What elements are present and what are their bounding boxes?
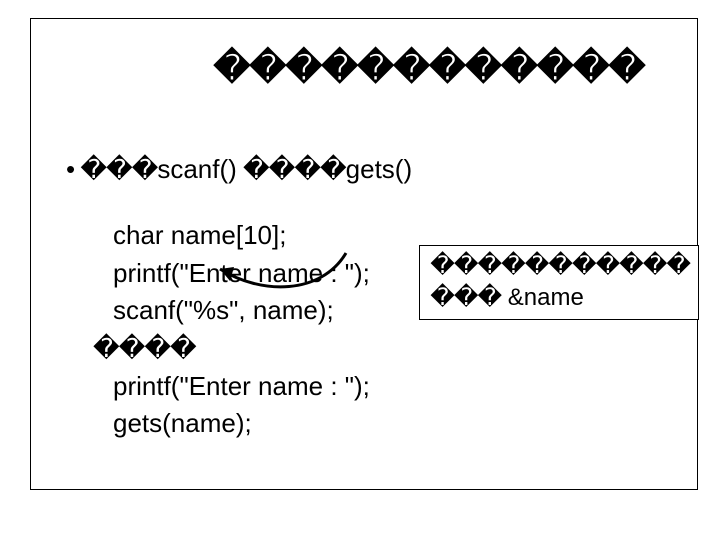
bullet-gets: gets() — [346, 154, 412, 184]
bullet-line: • ���scanf() ����gets() — [66, 154, 412, 185]
note-line-2-text: &name — [508, 284, 584, 311]
code-line-5: printf("Enter name : "); — [93, 368, 370, 406]
code-line-4: ���� — [93, 330, 370, 368]
note-line-2: ��� &name — [430, 282, 690, 314]
note-box: ����������� ��� &name — [419, 245, 699, 320]
code-line-3: scanf("%s", name); — [93, 292, 370, 330]
slide-frame: ������������ • ���scanf() ����gets() cha… — [30, 18, 698, 490]
code-block: char name[10]; printf("Enter name : "); … — [93, 217, 370, 443]
bullet-gap: ���� — [237, 154, 346, 184]
code-line-6: gets(name); — [93, 405, 370, 443]
slide-title: ������������ — [31, 47, 697, 89]
note-line-2-boxes: ��� — [430, 284, 501, 311]
code-line-2: printf("Enter name : "); — [93, 255, 370, 293]
note-line-1: ����������� — [430, 250, 690, 282]
bullet-prefix: • ��� — [66, 154, 157, 184]
code-line-1: char name[10]; — [93, 217, 370, 255]
bullet-scanf: scanf() — [157, 154, 236, 184]
